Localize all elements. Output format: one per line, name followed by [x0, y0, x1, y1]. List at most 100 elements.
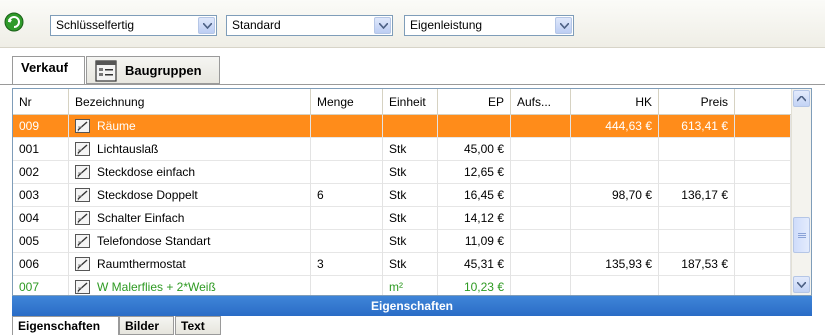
cell-menge[interactable]: [311, 230, 383, 253]
cell-einheit[interactable]: Stk: [383, 184, 438, 207]
table-row[interactable]: 006 Raumthermostat 3 Stk 45,31 € 135,93 €187,…: [13, 253, 791, 276]
cell-einheit[interactable]: [383, 115, 438, 138]
cell-preis[interactable]: 187,53 €: [659, 253, 735, 276]
edit-document-icon[interactable]: [75, 280, 91, 295]
edit-document-icon[interactable]: [75, 257, 91, 272]
performance-select[interactable]: Eigenleistung: [404, 15, 574, 36]
cell-preis[interactable]: [659, 230, 735, 253]
cell-aufs[interactable]: [511, 207, 571, 230]
edit-document-icon[interactable]: [75, 142, 91, 157]
cell-bezeichnung[interactable]: Steckdose einfach: [69, 161, 311, 184]
cell-ep[interactable]: [438, 115, 511, 138]
table-row[interactable]: 002 Steckdose einfach Stk 12,65 €: [13, 161, 791, 184]
cell-nr[interactable]: 007: [13, 276, 69, 295]
cell-einheit[interactable]: Stk: [383, 207, 438, 230]
cell-bezeichnung[interactable]: Schalter Einfach: [69, 207, 311, 230]
cell-hk[interactable]: [571, 161, 659, 184]
cell-menge[interactable]: 3: [311, 253, 383, 276]
cell-bezeichnung[interactable]: W Malerflies + 2*Weiß: [69, 276, 311, 295]
col-header-einheit[interactable]: Einheit: [383, 89, 438, 115]
scroll-thumb[interactable]: [793, 217, 810, 253]
table-row[interactable]: 004 Schalter Einfach Stk 14,12 €: [13, 207, 791, 230]
cell-einheit[interactable]: Stk: [383, 253, 438, 276]
table-row[interactable]: 005 Telefondose Standart Stk 11,09 €: [13, 230, 791, 253]
cell-bezeichnung[interactable]: Räume: [69, 115, 311, 138]
cell-einheit[interactable]: Stk: [383, 161, 438, 184]
cell-ep[interactable]: 14,12 €: [438, 207, 511, 230]
cell-hk[interactable]: [571, 138, 659, 161]
tab-verkauf[interactable]: Verkauf: [12, 56, 85, 84]
col-header-ep[interactable]: EP: [438, 89, 511, 115]
table-row[interactable]: 003 Steckdose Doppelt 6 Stk 16,45 € 98,70 €13…: [13, 184, 791, 207]
cell-aufs[interactable]: [511, 253, 571, 276]
cell-ep[interactable]: 10,23 €: [438, 276, 511, 295]
col-header-bezeichnung[interactable]: Bezeichnung: [69, 89, 311, 115]
cell-menge[interactable]: [311, 276, 383, 295]
chevron-down-icon[interactable]: [198, 17, 215, 34]
cell-aufs[interactable]: [511, 115, 571, 138]
col-header-nr[interactable]: Nr: [13, 89, 69, 115]
cell-preis[interactable]: [659, 161, 735, 184]
type-select[interactable]: Schlüsselfertig: [50, 15, 217, 36]
edit-document-icon[interactable]: [75, 188, 91, 203]
col-header-preis[interactable]: Preis: [659, 89, 735, 115]
cell-hk[interactable]: 98,70 €: [571, 184, 659, 207]
chevron-down-icon[interactable]: [374, 17, 391, 34]
col-header-hk[interactable]: HK: [571, 89, 659, 115]
scroll-down-button[interactable]: [793, 276, 810, 293]
cell-bezeichnung[interactable]: Telefondose Standart: [69, 230, 311, 253]
cell-aufs[interactable]: [511, 184, 571, 207]
tab-eigenschaften[interactable]: Eigenschaften: [12, 316, 119, 335]
col-header-menge[interactable]: Menge: [311, 89, 383, 115]
cell-einheit[interactable]: Stk: [383, 138, 438, 161]
tab-bilder[interactable]: Bilder: [119, 316, 174, 335]
cell-menge[interactable]: [311, 138, 383, 161]
cell-nr[interactable]: 005: [13, 230, 69, 253]
cell-nr[interactable]: 009: [13, 115, 69, 138]
variant-select[interactable]: Standard: [226, 15, 393, 36]
cell-preis[interactable]: 136,17 €: [659, 184, 735, 207]
cell-einheit[interactable]: Stk: [383, 230, 438, 253]
scroll-up-button[interactable]: [793, 90, 810, 107]
cell-nr[interactable]: 004: [13, 207, 69, 230]
edit-document-icon[interactable]: [75, 211, 91, 226]
chevron-down-icon[interactable]: [555, 17, 572, 34]
cell-hk[interactable]: 444,63 €: [571, 115, 659, 138]
cell-preis[interactable]: 613,41 €: [659, 115, 735, 138]
cell-hk[interactable]: [571, 276, 659, 295]
cell-preis[interactable]: [659, 138, 735, 161]
cell-menge[interactable]: 6: [311, 184, 383, 207]
col-header-aufs[interactable]: Aufs...: [511, 89, 571, 115]
cell-nr[interactable]: 001: [13, 138, 69, 161]
cell-aufs[interactable]: [511, 161, 571, 184]
cell-aufs[interactable]: [511, 276, 571, 295]
cell-ep[interactable]: 12,65 €: [438, 161, 511, 184]
cell-aufs[interactable]: [511, 230, 571, 253]
cell-bezeichnung[interactable]: Lichtauslaß: [69, 138, 311, 161]
table-row[interactable]: 001 Lichtauslaß Stk 45,00 €: [13, 138, 791, 161]
cell-bezeichnung[interactable]: Raumthermostat: [69, 253, 311, 276]
cell-menge[interactable]: [311, 207, 383, 230]
cell-nr[interactable]: 002: [13, 161, 69, 184]
edit-document-icon[interactable]: [75, 165, 91, 180]
table-row[interactable]: 007 W Malerflies + 2*Weiß m² 10,23 €: [13, 276, 791, 295]
cell-preis[interactable]: [659, 207, 735, 230]
cell-ep[interactable]: 11,09 €: [438, 230, 511, 253]
cell-menge[interactable]: [311, 115, 383, 138]
cell-bezeichnung[interactable]: Steckdose Doppelt: [69, 184, 311, 207]
refresh-green-icon[interactable]: [4, 12, 24, 32]
cell-ep[interactable]: 45,00 €: [438, 138, 511, 161]
tab-baugruppen[interactable]: Baugruppen: [86, 56, 220, 84]
cell-hk[interactable]: [571, 230, 659, 253]
cell-hk[interactable]: [571, 207, 659, 230]
cell-einheit[interactable]: m²: [383, 276, 438, 295]
cell-preis[interactable]: [659, 276, 735, 295]
edit-document-icon[interactable]: [75, 119, 91, 134]
cell-menge[interactable]: [311, 161, 383, 184]
cell-aufs[interactable]: [511, 138, 571, 161]
cell-nr[interactable]: 003: [13, 184, 69, 207]
tab-text[interactable]: Text: [175, 316, 221, 335]
edit-document-icon[interactable]: [75, 234, 91, 249]
cell-hk[interactable]: 135,93 €: [571, 253, 659, 276]
cell-ep[interactable]: 45,31 €: [438, 253, 511, 276]
